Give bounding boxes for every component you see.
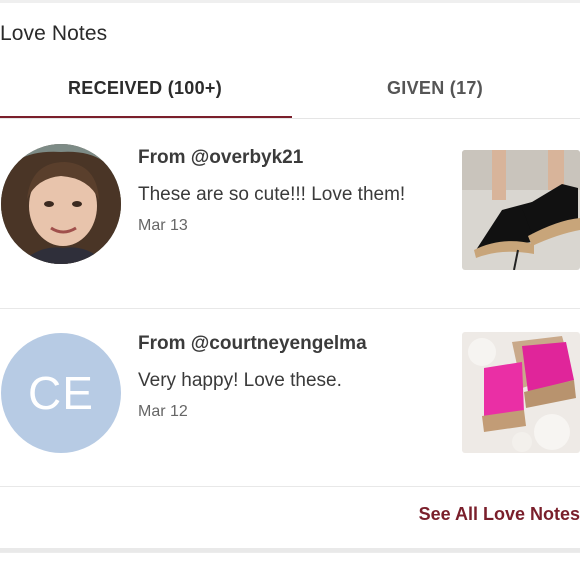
- avatar-initials: CE: [28, 367, 94, 419]
- note-author[interactable]: From @overbyk21: [138, 146, 448, 170]
- listing-thumbnail[interactable]: [462, 332, 580, 453]
- tabs-divider: [0, 118, 580, 119]
- row-divider: [0, 486, 580, 487]
- tab-received[interactable]: RECEIVED (100+): [0, 64, 290, 116]
- listing-thumbnail[interactable]: [462, 150, 580, 270]
- note-content: From @courtneyengelma Very happy! Love t…: [138, 332, 448, 421]
- note-date: Mar 13: [138, 217, 188, 234]
- note-message: These are so cute!!! Love them!: [138, 184, 406, 205]
- tab-given[interactable]: GIVEN (17): [290, 64, 580, 116]
- note-content: From @overbyk21 These are so cute!!! Lov…: [138, 146, 448, 235]
- pink-sandal-photo-icon: [462, 332, 580, 453]
- love-notes-tabs: RECEIVED (100+) GIVEN (17): [0, 64, 580, 120]
- note-author[interactable]: From @courtneyengelma: [138, 332, 448, 356]
- section-title: Love Notes: [0, 22, 108, 45]
- avatar[interactable]: CE: [1, 333, 121, 453]
- black-sandal-photo-icon: [462, 150, 580, 270]
- row-divider: [0, 308, 580, 309]
- note-date: Mar 12: [138, 403, 188, 420]
- top-divider: [0, 0, 580, 3]
- avatar[interactable]: [1, 144, 121, 264]
- user-photo-icon: [1, 144, 121, 264]
- note-message: Very happy! Love these.: [138, 370, 342, 391]
- love-note-item: CE From @courtneyengelma Very happy! Lov…: [0, 330, 580, 485]
- next-section-edge: [0, 552, 580, 581]
- see-all-love-notes-link[interactable]: See All Love Notes: [419, 504, 580, 525]
- love-note-item: From @overbyk21 These are so cute!!! Lov…: [0, 142, 580, 310]
